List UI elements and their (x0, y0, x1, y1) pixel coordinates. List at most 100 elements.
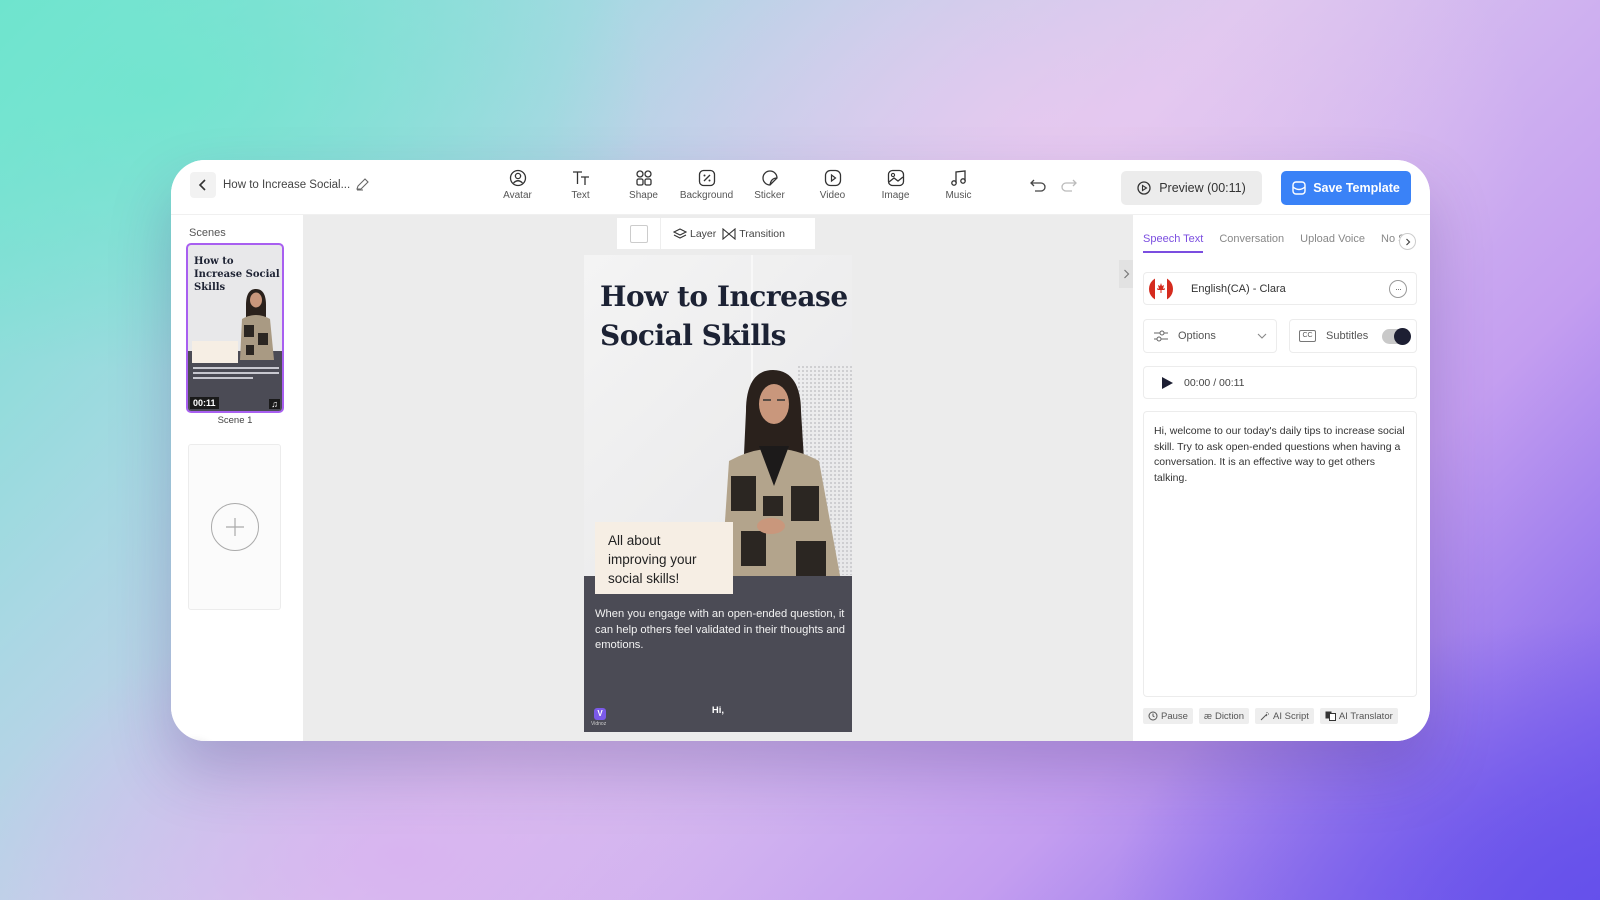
insert-toolbar: Avatar Text Shape Background Sticker Vid… (486, 169, 990, 201)
scene-thumbnail[interactable]: How to Increase Social Skills 00:11 ♫ (186, 243, 284, 413)
video-body-text[interactable]: When you engage with an open-ended quest… (595, 607, 847, 654)
tool-music[interactable]: Music (927, 169, 990, 201)
more-options-icon[interactable]: ··· (1389, 279, 1407, 298)
speech-tabs: Speech Text Conversation Upload Voice No… (1143, 233, 1405, 253)
edit-title-button[interactable] (355, 177, 370, 197)
chevron-down-icon (1257, 333, 1267, 339)
avatar-figure (240, 289, 274, 360)
back-button[interactable] (190, 172, 216, 198)
play-icon[interactable] (1161, 376, 1174, 390)
video-icon (824, 169, 841, 187)
scenes-heading: Scenes (189, 227, 226, 239)
tool-label: Background (679, 190, 734, 201)
sticker-icon (761, 170, 778, 186)
voice-selector[interactable]: English(CA) - Clara ··· (1143, 272, 1417, 305)
music-icon (950, 170, 966, 186)
tool-shape[interactable]: Shape (612, 169, 675, 201)
tool-avatar[interactable]: Avatar (486, 169, 549, 201)
audio-player: 00:00 / 00:11 (1143, 366, 1417, 399)
redo-icon (1061, 179, 1077, 192)
tool-text[interactable]: Text (549, 169, 612, 201)
scene-thumb-callout (192, 341, 238, 363)
tool-label: Text (571, 190, 590, 201)
player-time: 00:00 / 00:11 (1184, 376, 1245, 389)
clock-icon (1148, 711, 1158, 721)
tool-label: Video (819, 190, 846, 201)
scene-name: Scene 1 (217, 415, 253, 426)
subtitles-toggle[interactable] (1382, 327, 1412, 345)
tool-label: Shape (629, 190, 658, 201)
top-bar: How to Increase Social... Avatar Text Sh… (171, 160, 1430, 215)
options-dropdown[interactable]: Options (1143, 319, 1277, 353)
canvas-toolbar: Layer Transition (617, 218, 815, 249)
tool-sticker[interactable]: Sticker (738, 169, 801, 201)
save-template-button[interactable]: Save Template (1281, 171, 1411, 205)
diction-icon: æ (1203, 711, 1212, 721)
callout-box[interactable]: All about improving your social skills! (595, 522, 733, 594)
plus-icon (210, 503, 259, 551)
subtitles-label: Subtitles (1326, 330, 1369, 342)
select-checkbox[interactable] (630, 224, 648, 243)
options-label: Options (1178, 330, 1216, 342)
chevron-left-icon (198, 179, 206, 191)
scene-duration: 00:11 (190, 397, 219, 409)
tool-background[interactable]: Background (675, 169, 738, 201)
diction-button[interactable]: æ Diction (1198, 708, 1249, 724)
undo-button[interactable] (1029, 178, 1047, 197)
transition-button[interactable]: Transition (722, 227, 785, 240)
music-note-icon: ♫ (269, 399, 280, 409)
save-template-icon (1292, 181, 1306, 195)
speech-panel: Speech Text Conversation Upload Voice No… (1133, 215, 1430, 741)
tab-speech-text[interactable]: Speech Text (1143, 233, 1204, 253)
preview-button[interactable]: Preview (00:11) (1121, 171, 1262, 205)
inbox-button[interactable] (177, 740, 215, 741)
video-preview[interactable]: How to Increase Social Skills All about … (584, 255, 852, 732)
editor-window: How to Increase Social... Avatar Text Sh… (171, 160, 1430, 741)
subtitle-caption: Hi, (711, 705, 725, 716)
ai-translator-label: AI Translator (1338, 710, 1393, 722)
tool-label: Image (881, 190, 910, 201)
chevron-right-icon (1405, 238, 1410, 245)
project-title[interactable]: How to Increase Social... (223, 179, 350, 191)
pause-button[interactable]: Pause (1143, 708, 1193, 724)
tabs-scroll-right-button[interactable] (1399, 233, 1416, 250)
tab-upload-voice[interactable]: Upload Voice (1300, 233, 1365, 253)
save-label: Save Template (1313, 181, 1400, 195)
text-icon (572, 171, 589, 185)
scene-thumb-text (193, 367, 279, 382)
background-icon (698, 169, 715, 187)
layer-label: Layer (690, 227, 717, 240)
image-icon (887, 169, 904, 187)
avatar-icon (509, 169, 526, 187)
video-title: How to Increase Social Skills (600, 280, 848, 352)
chevron-right-icon (1123, 269, 1129, 279)
vidnoz-logo-icon: V (594, 708, 606, 720)
preview-label: Preview (00:11) (1159, 181, 1246, 195)
undo-icon (1030, 179, 1046, 192)
collapse-panel-button[interactable] (1119, 260, 1133, 288)
sliders-icon (1154, 330, 1168, 342)
ai-script-label: AI Script (1273, 710, 1309, 722)
tool-label: Avatar (503, 190, 532, 201)
subtitles-control: CC Subtitles (1289, 319, 1417, 353)
pause-label: Pause (1161, 710, 1188, 722)
tool-label: Sticker (754, 190, 785, 201)
tool-video[interactable]: Video (801, 169, 864, 201)
tool-image[interactable]: Image (864, 169, 927, 201)
shape-icon (635, 170, 652, 186)
logo-text: Vidnoz (591, 721, 607, 727)
scenes-panel: Scenes How to Increase Social Skills 00:… (171, 215, 303, 741)
redo-button[interactable] (1060, 178, 1078, 197)
tab-conversation[interactable]: Conversation (1219, 233, 1284, 253)
layers-icon (673, 227, 687, 239)
ai-translator-button[interactable]: AI Translator (1319, 708, 1398, 724)
layer-button[interactable]: Layer (673, 228, 716, 240)
closed-caption-icon: CC (1299, 330, 1316, 342)
add-scene-button[interactable] (188, 444, 281, 610)
voice-name: English(CA) - Clara (1191, 282, 1286, 295)
play-circle-icon (1137, 181, 1151, 195)
transition-label: Transition (739, 227, 785, 240)
ai-script-button[interactable]: AI Script (1255, 708, 1314, 724)
translate-icon (1325, 711, 1336, 721)
speech-text-input[interactable]: Hi, welcome to our today's daily tips to… (1143, 411, 1417, 697)
